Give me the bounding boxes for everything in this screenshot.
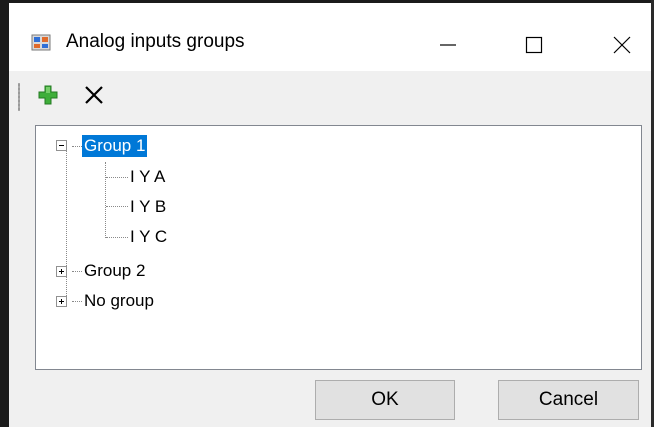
expand-toggle[interactable] [56, 266, 67, 277]
expand-toggle[interactable] [56, 296, 67, 307]
tree-node-group-2[interactable]: Group 2 [84, 260, 145, 282]
toolbar [9, 75, 651, 123]
tree-branch [106, 206, 128, 208]
tree-branch [72, 271, 82, 273]
tree-node-group-1[interactable]: Group 1 [82, 135, 148, 157]
delete-icon [83, 84, 105, 111]
tree-node-child[interactable]: I Y A [130, 166, 165, 188]
window-title: Analog inputs groups [66, 31, 245, 52]
tree-line-root [66, 150, 68, 306]
add-icon [37, 84, 59, 111]
close-button[interactable] [593, 21, 651, 69]
tree-line-group1 [105, 162, 107, 238]
minimize-icon [439, 36, 457, 54]
maximize-button[interactable] [505, 21, 563, 69]
delete-button[interactable] [79, 81, 109, 113]
minimize-button[interactable] [419, 21, 477, 69]
tree-branch [72, 301, 82, 303]
tree-node-no-group[interactable]: No group [84, 290, 154, 312]
tree-node-child[interactable]: I Y C [130, 226, 167, 248]
dialog-window: Analog inputs groups Group 1 I Y A I Y B… [9, 3, 651, 427]
tree-branch [106, 237, 128, 239]
title-bar[interactable]: Analog inputs groups [9, 3, 651, 71]
collapse-toggle[interactable] [56, 140, 67, 151]
maximize-icon [525, 36, 543, 54]
group-tree[interactable]: Group 1 I Y A I Y B I Y C Group 2 No gro… [35, 125, 642, 370]
add-button[interactable] [33, 81, 63, 113]
desktop-edge-left [0, 0, 9, 427]
tree-branch [72, 146, 82, 148]
tree-node-child[interactable]: I Y B [130, 196, 166, 218]
ok-button[interactable]: OK [315, 380, 455, 420]
close-icon [613, 36, 631, 54]
toolbar-grip[interactable] [18, 83, 20, 111]
tree-branch [106, 177, 128, 179]
cancel-button[interactable]: Cancel [498, 380, 639, 420]
app-icon [31, 33, 51, 53]
